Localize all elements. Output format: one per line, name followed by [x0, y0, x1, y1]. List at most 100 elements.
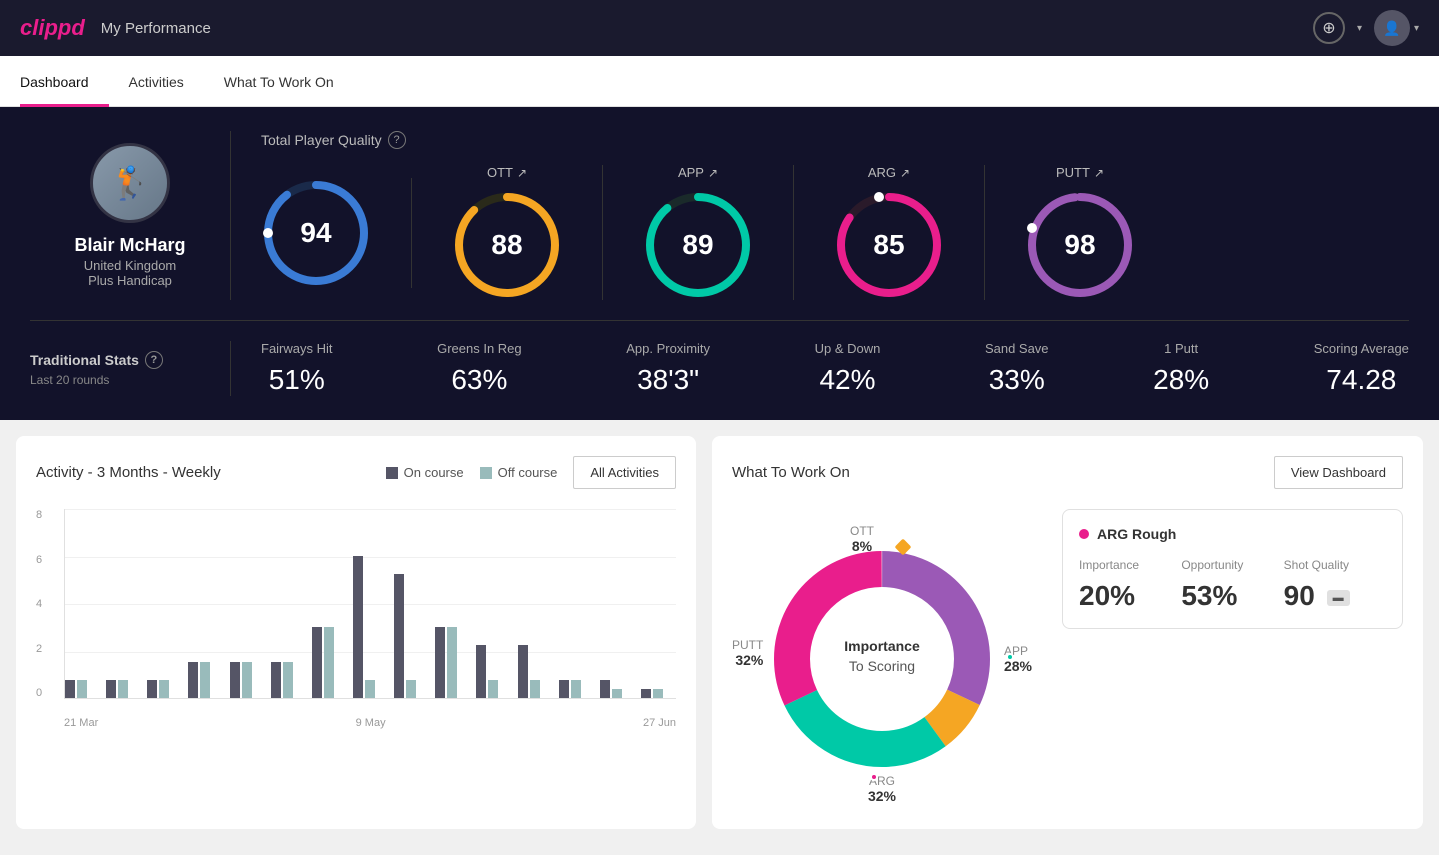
bar-offcourse-2	[159, 680, 169, 698]
legend-offcourse: Off course	[480, 465, 558, 480]
avatar-chevron-icon: ▾	[1414, 23, 1419, 34]
main-score-value: 94	[300, 217, 331, 249]
stat-fairways-value: 51%	[269, 364, 325, 396]
stat-scoring-label: Scoring Average	[1314, 341, 1409, 356]
stat-proximity-label: App. Proximity	[626, 341, 710, 356]
bar-offcourse-10	[488, 680, 498, 698]
stats-label: Traditional Stats ?	[30, 351, 230, 369]
legend-oncourse-dot	[386, 467, 398, 479]
main-score-meter: 94	[261, 178, 412, 288]
activity-card-header: Activity - 3 Months - Weekly On course O…	[36, 456, 676, 489]
y-label-4: 4	[36, 598, 56, 610]
activity-chart-title: Activity - 3 Months - Weekly	[36, 464, 221, 481]
bar-group-9	[435, 627, 470, 698]
chevron-down-icon: ▾	[1357, 23, 1362, 34]
stat-fairways-label: Fairways Hit	[261, 341, 333, 356]
stats-sub: Last 20 rounds	[30, 373, 230, 387]
stat-scoring-value: 74.28	[1326, 364, 1396, 396]
legend-oncourse: On course	[386, 465, 464, 480]
arg-dot-donut	[870, 773, 878, 781]
work-on-card: What To Work On View Dashboard	[712, 436, 1423, 829]
arg-importance-value: 20%	[1079, 580, 1181, 612]
quality-meters: 94 OTT ↗ 88	[261, 165, 1409, 300]
bar-group-0	[65, 680, 100, 698]
donut-svg: Importance To Scoring	[752, 529, 1012, 789]
quality-help-icon[interactable]: ?	[388, 131, 406, 149]
bar-group-6	[312, 627, 347, 698]
ott-label: OTT ↗	[487, 165, 527, 180]
stat-sandsave: Sand Save 33%	[985, 341, 1049, 396]
arg-shotquality-value: 90 ▬	[1284, 580, 1386, 612]
header-right: ⊕ ▾ 👤 ▾	[1313, 10, 1419, 46]
bar-group-5	[271, 662, 306, 698]
stat-gir-label: Greens In Reg	[437, 341, 522, 356]
chart-area: 8 6 4 2 0 21 Mar 9 May	[36, 509, 676, 729]
bar-oncourse-13	[600, 680, 610, 698]
logo: clippd	[20, 15, 85, 41]
app-circle: 89	[643, 190, 753, 300]
bar-oncourse-8	[394, 574, 404, 698]
app-dot	[1006, 653, 1014, 661]
bar-offcourse-4	[242, 662, 252, 698]
player-handicap: Plus Handicap	[88, 273, 172, 288]
arg-importance: Importance 20%	[1079, 558, 1181, 612]
bar-offcourse-9	[447, 627, 457, 698]
work-on-content: Importance To Scoring OTT 8% APP 28% ARG	[732, 509, 1403, 809]
tab-activities[interactable]: Activities	[109, 56, 204, 107]
user-avatar-button[interactable]: 👤 ▾	[1374, 10, 1419, 46]
bar-oncourse-5	[271, 662, 281, 698]
stat-gir-value: 63%	[451, 364, 507, 396]
quality-label: Total Player Quality ?	[261, 131, 1409, 149]
stat-oneputt-value: 28%	[1153, 364, 1209, 396]
header: clippd My Performance ⊕ ▾ 👤 ▾	[0, 0, 1439, 56]
arg-shotquality-label: Shot Quality	[1284, 558, 1386, 572]
stat-sandsave-label: Sand Save	[985, 341, 1049, 356]
y-label-0: 0	[36, 687, 56, 699]
ott-meter: OTT ↗ 88	[412, 165, 603, 300]
bar-oncourse-12	[559, 680, 569, 698]
app-value: 89	[682, 229, 713, 261]
bar-group-2	[147, 680, 182, 698]
view-dashboard-button[interactable]: View Dashboard	[1274, 456, 1403, 489]
bar-oncourse-14	[641, 689, 651, 698]
stat-sandsave-value: 33%	[989, 364, 1045, 396]
arg-opportunity: Opportunity 53%	[1181, 558, 1283, 612]
bar-group-14	[641, 689, 676, 698]
bar-oncourse-2	[147, 680, 157, 698]
svg-text:To Scoring: To Scoring	[849, 658, 915, 674]
bar-group-11	[518, 645, 553, 698]
x-label-jun: 27 Jun	[643, 717, 676, 729]
add-button[interactable]: ⊕	[1313, 12, 1345, 44]
putt-circle: 98	[1025, 190, 1135, 300]
stat-updown-label: Up & Down	[815, 341, 881, 356]
arg-opportunity-label: Opportunity	[1181, 558, 1283, 572]
ott-circle: 88	[452, 190, 562, 300]
bar-offcourse-5	[283, 662, 293, 698]
app-label: APP ↗	[678, 165, 718, 180]
bar-oncourse-0	[65, 680, 75, 698]
bar-group-1	[106, 680, 141, 698]
bar-offcourse-13	[612, 689, 622, 698]
bar-group-7	[353, 556, 388, 698]
arg-arrow-icon: ↗	[900, 166, 910, 180]
player-avatar: 🏌️	[90, 143, 170, 223]
bar-group-12	[559, 680, 594, 698]
bar-group-4	[230, 662, 265, 698]
chart-legend: On course Off course	[386, 465, 558, 480]
page-title: My Performance	[101, 20, 211, 37]
activity-card: Activity - 3 Months - Weekly On course O…	[16, 436, 696, 829]
bar-offcourse-6	[324, 627, 334, 698]
stats-help-icon[interactable]: ?	[145, 351, 163, 369]
bar-chart: 8 6 4 2 0 21 Mar 9 May	[36, 509, 676, 729]
arg-info-card: ARG Rough Importance 20% Opportunity 53%…	[1062, 509, 1403, 629]
stat-proximity-value: 38'3"	[637, 364, 699, 396]
putt-label: PUTT ↗	[1056, 165, 1104, 180]
traditional-stats: Traditional Stats ? Last 20 rounds Fairw…	[30, 320, 1409, 396]
arg-label: ARG ↗	[868, 165, 910, 180]
tab-what-to-work-on[interactable]: What To Work On	[204, 56, 354, 107]
tab-dashboard[interactable]: Dashboard	[20, 56, 109, 107]
bar-oncourse-6	[312, 627, 322, 698]
all-activities-button[interactable]: All Activities	[573, 456, 676, 489]
stat-proximity: App. Proximity 38'3"	[626, 341, 710, 396]
stats-label-section: Traditional Stats ? Last 20 rounds	[30, 351, 230, 387]
